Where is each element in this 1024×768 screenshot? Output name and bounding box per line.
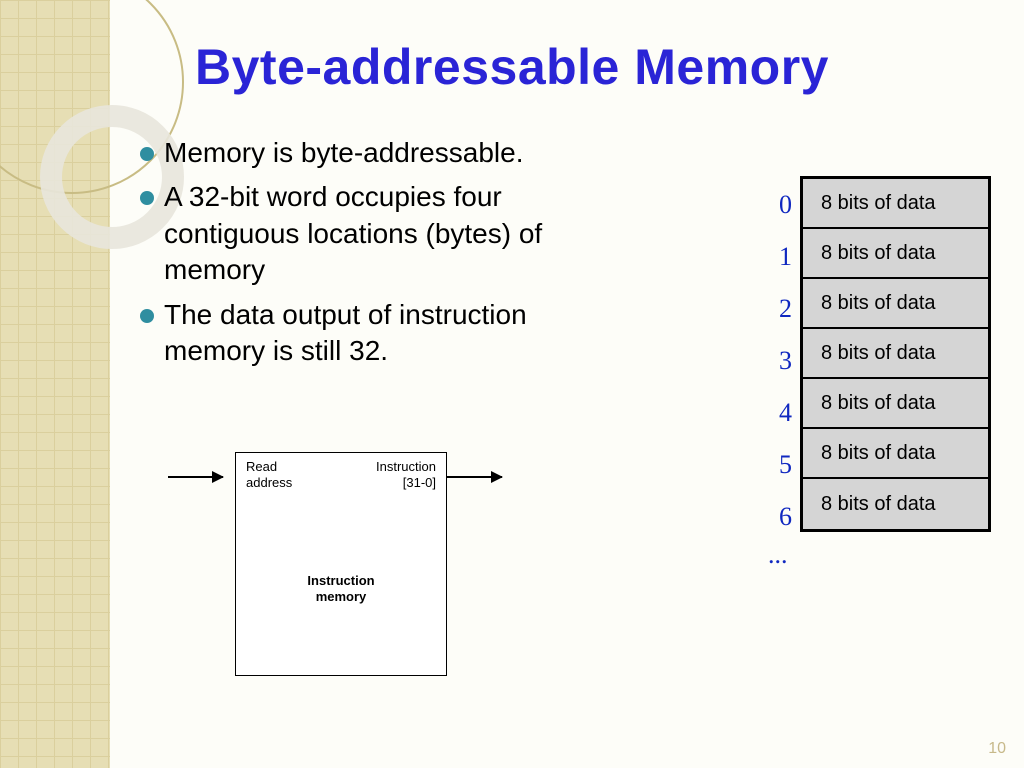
output-port-label: Instruction [31-0] [376, 459, 436, 490]
bullet-item: Memory is byte-addressable. [140, 135, 570, 171]
memory-ellipsis: ... [768, 540, 788, 570]
memory-cell: 8 bits of data [803, 379, 988, 429]
memory-cell: 8 bits of data [803, 429, 988, 479]
memory-index: 1 [768, 242, 792, 272]
bullet-item: A 32-bit word occupies four contiguous l… [140, 179, 570, 288]
bullet-text: Memory is byte-addressable. [164, 135, 523, 171]
memory-cell: 8 bits of data [803, 329, 988, 379]
bullet-icon [140, 191, 154, 205]
input-port-label: Read address [246, 459, 292, 490]
memory-byte-diagram: 0 1 2 3 4 5 6 8 bits of data 8 bits of d… [800, 176, 991, 532]
bullet-item: The data output of instruction memory is… [140, 297, 570, 370]
slide-title: Byte-addressable Memory [0, 38, 1024, 96]
memory-index: 0 [768, 190, 792, 220]
bullet-icon [140, 309, 154, 323]
memory-cell: 8 bits of data [803, 479, 988, 529]
memory-index: 2 [768, 294, 792, 324]
instruction-memory-block: Read address Instruction [31-0] Instruct… [235, 452, 447, 676]
memory-cell: 8 bits of data [803, 179, 988, 229]
bullet-list: Memory is byte-addressable. A 32-bit wor… [140, 135, 570, 377]
memory-table: 8 bits of data 8 bits of data 8 bits of … [800, 176, 991, 532]
memory-index: 6 [768, 502, 792, 532]
arrow-output-icon [447, 476, 502, 478]
bullet-text: The data output of instruction memory is… [164, 297, 570, 370]
bullet-text: A 32-bit word occupies four contiguous l… [164, 179, 570, 288]
memory-index: 3 [768, 346, 792, 376]
memory-index: 4 [768, 398, 792, 428]
block-center-label: Instruction memory [236, 573, 446, 604]
arrow-input-icon [168, 476, 223, 478]
bullet-icon [140, 147, 154, 161]
memory-cell: 8 bits of data [803, 279, 988, 329]
page-number: 10 [988, 740, 1006, 758]
memory-cell: 8 bits of data [803, 229, 988, 279]
memory-index: 5 [768, 450, 792, 480]
